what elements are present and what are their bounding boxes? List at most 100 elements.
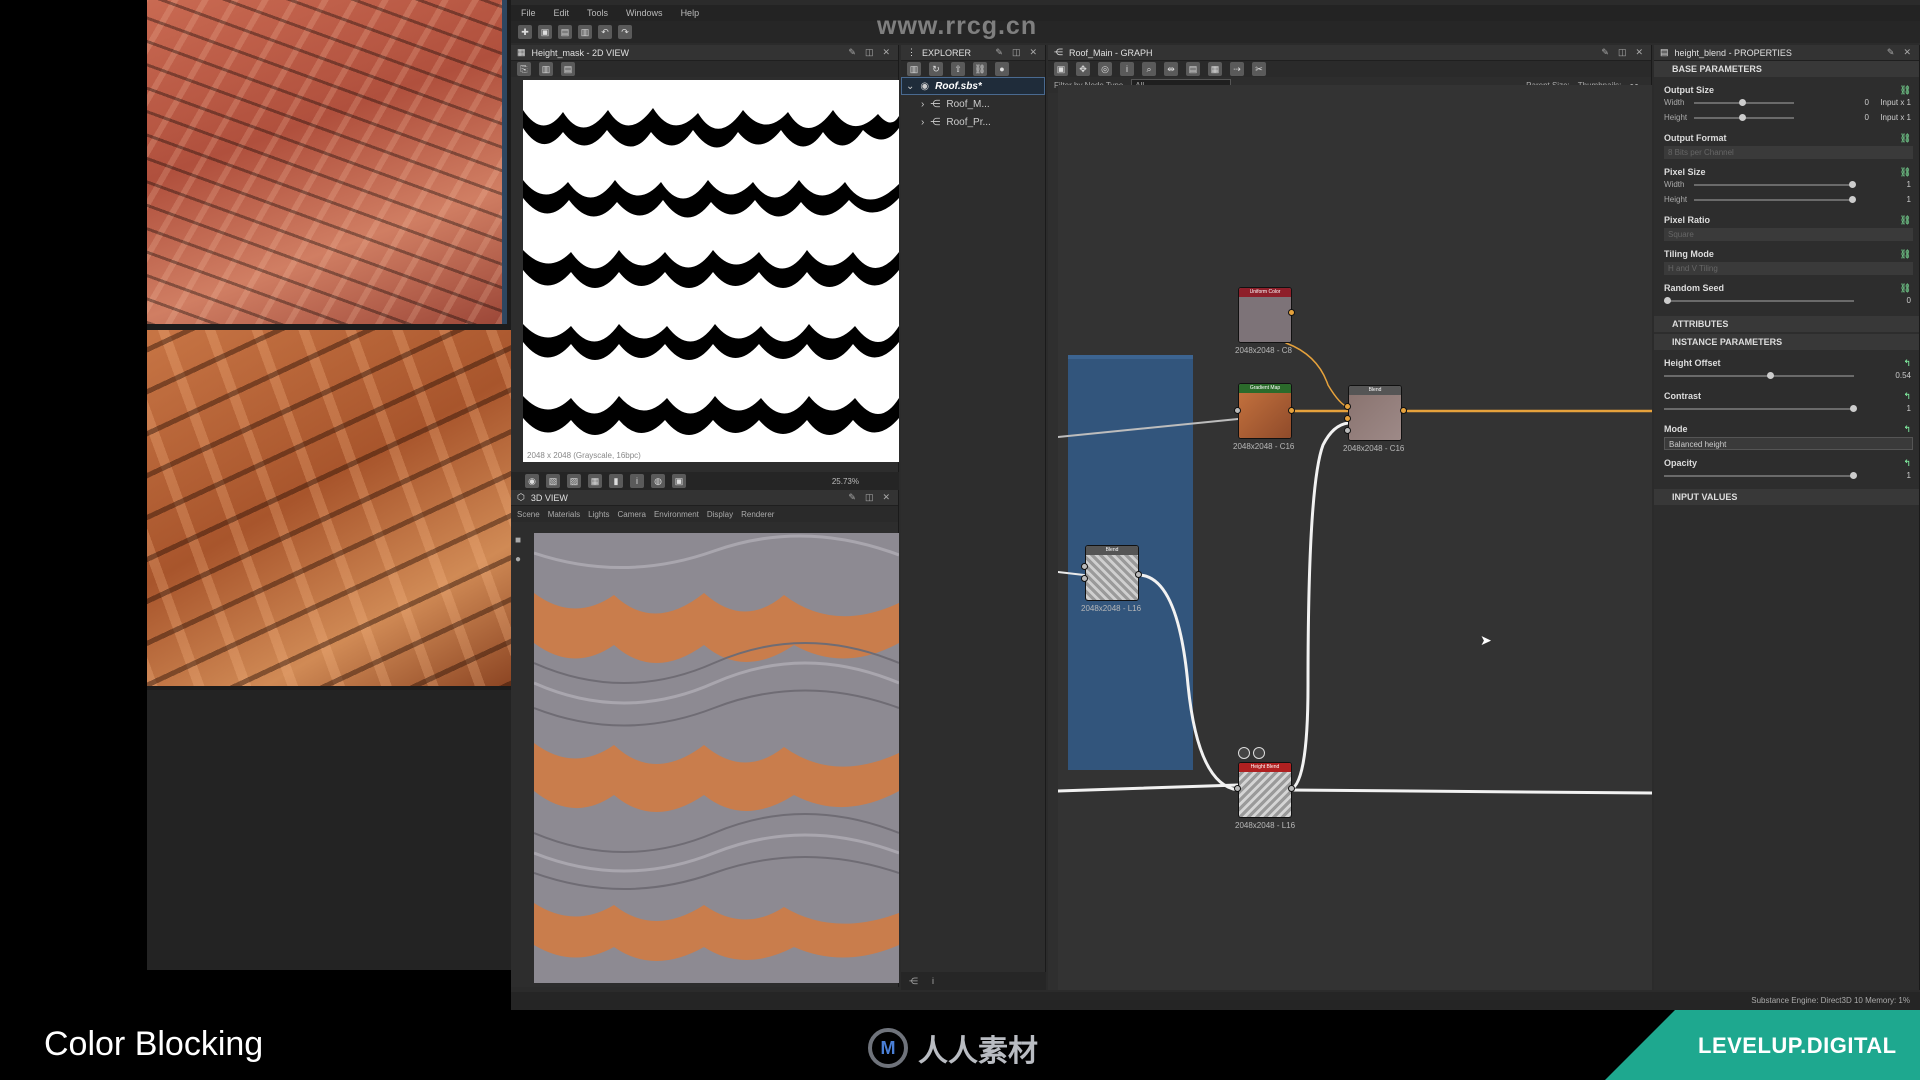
input-port[interactable] [1344, 403, 1351, 410]
height-offset-value[interactable]: 0.54 [1895, 371, 1911, 380]
view-3d-menu-renderer[interactable]: Renderer [741, 510, 774, 519]
section-base-parameters[interactable]: BASE PARAMETERS [1654, 61, 1919, 77]
output-port[interactable] [1135, 571, 1142, 578]
output-port[interactable] [1288, 309, 1295, 316]
output-port[interactable] [1288, 407, 1295, 414]
close-icon[interactable]: ✕ [1029, 47, 1037, 58]
pixel-width-slider[interactable] [1694, 181, 1857, 188]
width-slider[interactable] [1694, 99, 1794, 106]
view-2d-zoom[interactable]: 25.73% [832, 477, 859, 486]
contrast-value[interactable]: 1 [1907, 404, 1911, 413]
input-port[interactable] [1344, 415, 1351, 422]
expand-arrow-icon[interactable]: › [921, 117, 924, 128]
output-port[interactable] [1288, 785, 1295, 792]
search-icon[interactable]: ⌕ [1142, 62, 1156, 76]
redo-icon[interactable]: ↷ [618, 25, 632, 39]
graph-canvas[interactable]: Uniform Color 2048x2048 - C8 Gradient Ma… [1058, 85, 1652, 990]
input-port[interactable] [1081, 563, 1088, 570]
screenshot-icon[interactable]: ◎ [1098, 62, 1112, 76]
mode-select[interactable]: Balanced height [1664, 437, 1913, 450]
pin-icon[interactable]: ✎ [1601, 47, 1609, 58]
expand-arrow-icon[interactable]: ⌄ [906, 81, 914, 92]
width-value[interactable]: 0 [1865, 98, 1869, 107]
pixel-height-slider[interactable] [1694, 196, 1857, 203]
section-instance-parameters[interactable]: INSTANCE PARAMETERS [1654, 334, 1919, 350]
undo-icon[interactable]: ↶ [598, 25, 612, 39]
pin-icon[interactable]: ✎ [848, 492, 856, 503]
camera-icon[interactable]: ■ [515, 535, 521, 546]
pin-icon[interactable]: ✎ [1887, 47, 1895, 58]
height-slider[interactable] [1694, 114, 1794, 121]
input-port[interactable] [1344, 427, 1351, 434]
input-port[interactable] [1081, 575, 1088, 582]
link-icon[interactable]: ⛓ [973, 62, 987, 76]
menu-file[interactable]: File [521, 8, 536, 18]
move-icon[interactable]: ✥ [1076, 62, 1090, 76]
node-blend-color[interactable]: Blend [1348, 385, 1402, 441]
height-value[interactable]: 0 [1865, 113, 1869, 122]
input-port[interactable] [1234, 785, 1241, 792]
tree-icon[interactable]: ⋲ [909, 976, 918, 987]
3d-render-viewport[interactable] [534, 533, 899, 983]
float-icon[interactable]: ◫ [865, 492, 874, 503]
pixel-width-value[interactable]: 1 [1907, 180, 1911, 189]
reload-icon[interactable]: ↻ [929, 62, 943, 76]
light-icon[interactable]: ● [515, 554, 521, 565]
save-icon[interactable]: ▥ [578, 25, 592, 39]
info-icon[interactable]: i [630, 474, 644, 488]
expand-arrow-icon[interactable]: › [921, 99, 924, 110]
slider-knob[interactable] [1664, 297, 1671, 304]
copy-icon[interactable]: ⎘ [517, 62, 531, 76]
slider-knob[interactable] [1850, 405, 1858, 412]
save-image-icon[interactable]: ▥ [539, 62, 553, 76]
float-icon[interactable]: ◫ [1618, 47, 1627, 58]
menu-edit[interactable]: Edit [554, 8, 570, 18]
output-port[interactable] [1400, 407, 1407, 414]
tree-root-package[interactable]: ⌄ ◉ Roof.sbs* [901, 77, 1045, 95]
slider-knob[interactable] [1766, 372, 1774, 379]
tiling-icon[interactable]: ▦ [588, 474, 602, 488]
menu-windows[interactable]: Windows [626, 8, 663, 18]
channel-r-icon[interactable]: ▧ [546, 474, 560, 488]
channel-rgb-icon[interactable]: ◉ [525, 474, 539, 488]
fit-view-icon[interactable]: ▣ [672, 474, 686, 488]
section-input-values[interactable]: INPUT VALUES [1654, 489, 1919, 505]
view-3d-menu-scene[interactable]: Scene [517, 510, 540, 519]
pixel-ratio-select[interactable]: Square [1664, 228, 1913, 241]
pin-icon[interactable]: ✎ [995, 47, 1003, 58]
view-3d-menu-environment[interactable]: Environment [654, 510, 699, 519]
node-gradient-map[interactable]: Gradient Map [1238, 383, 1292, 439]
view-3d-menu-display[interactable]: Display [707, 510, 733, 519]
input-port[interactable] [1234, 407, 1241, 414]
float-icon[interactable]: ◫ [865, 47, 874, 58]
close-icon[interactable]: ✕ [1903, 47, 1911, 58]
slider-knob[interactable] [1849, 196, 1857, 203]
view-3d-menu-lights[interactable]: Lights [588, 510, 609, 519]
info-icon[interactable]: i [1120, 62, 1134, 76]
channel-g-icon[interactable]: ▨ [567, 474, 581, 488]
reset-icon[interactable]: ↰ [1903, 424, 1911, 435]
random-seed-value[interactable]: 0 [1907, 296, 1911, 305]
link-icon[interactable]: ⛓ [1900, 215, 1911, 226]
pixel-height-value[interactable]: 1 [1907, 195, 1911, 204]
opacity-value[interactable]: 1 [1907, 471, 1911, 480]
frame-icon[interactable]: ▣ [1054, 62, 1068, 76]
layout-icon[interactable]: ▤ [1186, 62, 1200, 76]
height-mode[interactable]: Input x 1 [1880, 113, 1911, 122]
section-attributes[interactable]: ATTRIBUTES [1654, 316, 1919, 332]
height-offset-slider[interactable] [1664, 372, 1854, 379]
random-seed-slider[interactable] [1664, 297, 1854, 304]
connect-icon[interactable]: ⇢ [1230, 62, 1244, 76]
menu-help[interactable]: Help [681, 8, 700, 18]
node-height-blend[interactable]: Height Blend [1238, 762, 1292, 818]
node-uniform-color[interactable]: Uniform Color [1238, 287, 1292, 343]
slider-knob[interactable] [1850, 472, 1858, 479]
preview-badge-icon[interactable] [1238, 747, 1250, 759]
tree-item-roof-pr[interactable]: › ⋲ Roof_Pr... [901, 113, 1045, 131]
info-icon[interactable]: i [932, 976, 934, 986]
new-graph-icon[interactable]: ✚ [518, 25, 532, 39]
tiling-mode-select[interactable]: H and V Tiling [1664, 262, 1913, 275]
float-icon[interactable]: ◫ [1012, 47, 1021, 58]
slider-knob[interactable] [1739, 99, 1746, 106]
open-icon[interactable]: ▤ [558, 25, 572, 39]
